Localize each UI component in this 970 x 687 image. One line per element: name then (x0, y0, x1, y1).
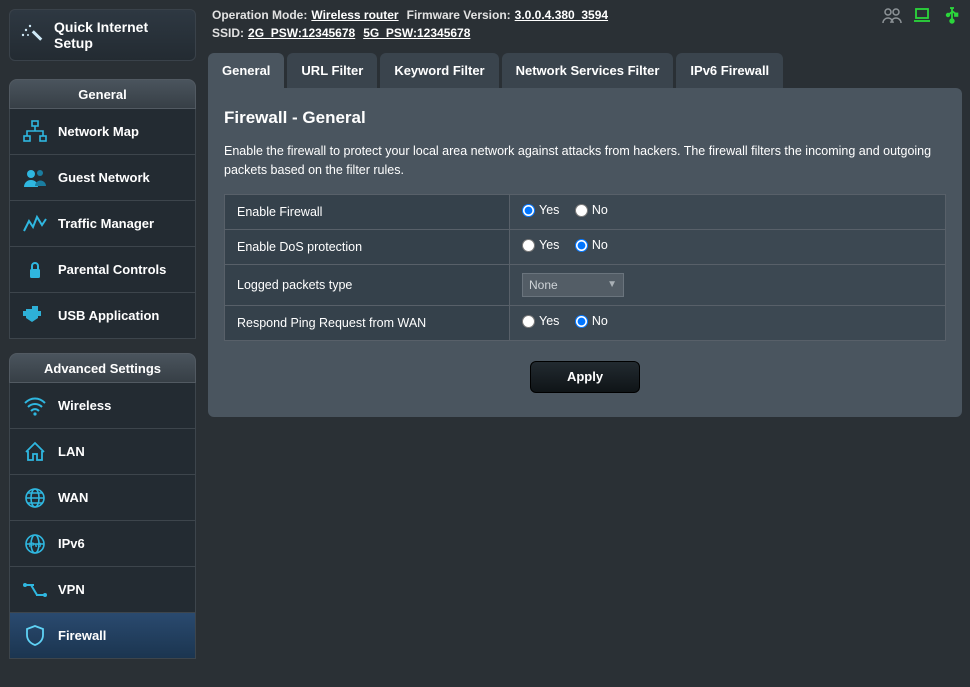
sidebar-item-wireless[interactable]: Wireless (9, 383, 196, 429)
setting-label: Respond Ping Request from WAN (225, 305, 510, 340)
setting-label: Enable Firewall (225, 194, 510, 229)
sidebar: Quick Internet Setup General Network Map… (0, 0, 200, 687)
radio-label: Yes (539, 203, 559, 217)
usb-status-icon[interactable] (942, 6, 962, 24)
tab-keyword-filter[interactable]: Keyword Filter (380, 53, 498, 88)
radio-input[interactable] (522, 315, 535, 328)
sidebar-item-label: Wireless (58, 398, 111, 413)
radio-label: No (592, 314, 608, 328)
top-status-bar: Operation Mode: Wireless router Firmware… (200, 0, 970, 44)
fw-label: Firmware Version: (407, 8, 511, 22)
traffic-manager-icon (20, 209, 50, 239)
sidebar-item-label: VPN (58, 582, 85, 597)
sidebar-item-label: Network Map (58, 124, 139, 139)
apply-button[interactable]: Apply (530, 361, 640, 393)
sidebar-item-firewall[interactable]: Firewall (9, 613, 196, 659)
setting-row-enable-dos: Enable DoS protection Yes No (225, 229, 946, 264)
usb-application-icon (20, 301, 50, 331)
setting-label: Enable DoS protection (225, 229, 510, 264)
guest-network-icon (20, 163, 50, 193)
sidebar-item-label: IPv6 (58, 536, 85, 551)
tab-url-filter[interactable]: URL Filter (287, 53, 377, 88)
setting-label: Logged packets type (225, 264, 510, 305)
page-title: Firewall - General (224, 108, 946, 128)
lan-icon (20, 437, 50, 467)
enable-firewall-yes[interactable]: Yes (522, 203, 559, 217)
sidebar-item-label: USB Application (58, 308, 159, 323)
quick-internet-setup-button[interactable]: Quick Internet Setup (9, 9, 196, 61)
enable-dos-yes[interactable]: Yes (522, 238, 559, 252)
radio-input[interactable] (575, 204, 588, 217)
sidebar-item-parental-controls[interactable]: Parental Controls (9, 247, 196, 293)
sidebar-general-group: Network Map Guest Network Traffic Manage… (9, 109, 196, 339)
sidebar-advanced-group: Wireless LAN WAN IPv6 IPv6 (9, 383, 196, 659)
enable-dos-no[interactable]: No (575, 238, 608, 252)
settings-table: Enable Firewall Yes No Enable DoS protec… (224, 194, 946, 341)
network-status-icon[interactable] (912, 6, 932, 24)
radio-label: Yes (539, 238, 559, 252)
network-map-icon (20, 117, 50, 147)
sidebar-item-guest-network[interactable]: Guest Network (9, 155, 196, 201)
wand-icon (20, 23, 44, 47)
respond-ping-yes[interactable]: Yes (522, 314, 559, 328)
sidebar-item-ipv6[interactable]: IPv6 IPv6 (9, 521, 196, 567)
sidebar-item-vpn[interactable]: VPN (9, 567, 196, 613)
setting-row-enable-firewall: Enable Firewall Yes No (225, 194, 946, 229)
enable-firewall-no[interactable]: No (575, 203, 608, 217)
sidebar-item-label: Guest Network (58, 170, 150, 185)
fw-value-link[interactable]: 3.0.0.4.380_3594 (515, 8, 608, 22)
radio-label: Yes (539, 314, 559, 328)
sidebar-item-label: Parental Controls (58, 262, 166, 277)
main-area: Operation Mode: Wireless router Firmware… (200, 0, 970, 687)
page-description: Enable the firewall to protect your loca… (224, 142, 946, 180)
sidebar-item-traffic-manager[interactable]: Traffic Manager (9, 201, 196, 247)
setting-row-respond-ping: Respond Ping Request from WAN Yes No (225, 305, 946, 340)
ipv6-icon: IPv6 (20, 529, 50, 559)
radio-input[interactable] (575, 239, 588, 252)
radio-input[interactable] (522, 239, 535, 252)
quick-internet-setup-label: Quick Internet Setup (54, 19, 185, 51)
select-value: None (529, 278, 558, 292)
tab-network-services-filter[interactable]: Network Services Filter (502, 53, 674, 88)
sidebar-item-network-map[interactable]: Network Map (9, 109, 196, 155)
svg-text:IPv6: IPv6 (29, 543, 42, 549)
sidebar-item-usb-application[interactable]: USB Application (9, 293, 196, 339)
radio-input[interactable] (522, 204, 535, 217)
vpn-icon (20, 575, 50, 605)
wireless-icon (20, 391, 50, 421)
sidebar-item-label: Firewall (58, 628, 106, 643)
firewall-icon (20, 621, 50, 651)
op-mode-value-link[interactable]: Wireless router (311, 8, 398, 22)
clients-icon[interactable] (882, 6, 902, 24)
tab-bar: General URL Filter Keyword Filter Networ… (208, 50, 962, 88)
sidebar-item-label: Traffic Manager (58, 216, 154, 231)
ssid-label: SSID: (212, 26, 244, 40)
sidebar-item-lan[interactable]: LAN (9, 429, 196, 475)
ssid-5g-link[interactable]: 5G_PSW:12345678 (363, 26, 470, 40)
sidebar-heading-general: General (9, 79, 196, 109)
sidebar-item-label: LAN (58, 444, 85, 459)
op-mode-label: Operation Mode: (212, 8, 307, 22)
setting-row-logged-type: Logged packets type None ▼ (225, 264, 946, 305)
tab-ipv6-firewall[interactable]: IPv6 Firewall (676, 53, 783, 88)
settings-panel: Firewall - General Enable the firewall t… (208, 88, 962, 417)
chevron-down-icon: ▼ (607, 279, 617, 290)
respond-ping-no[interactable]: No (575, 314, 608, 328)
ssid-2g-link[interactable]: 2G_PSW:12345678 (248, 26, 355, 40)
sidebar-item-wan[interactable]: WAN (9, 475, 196, 521)
logged-type-select[interactable]: None ▼ (522, 273, 624, 297)
sidebar-heading-advanced: Advanced Settings (9, 353, 196, 383)
radio-label: No (592, 238, 608, 252)
radio-label: No (592, 203, 608, 217)
wan-icon (20, 483, 50, 513)
sidebar-item-label: WAN (58, 490, 88, 505)
radio-input[interactable] (575, 315, 588, 328)
parental-controls-icon (20, 255, 50, 285)
tab-general[interactable]: General (208, 53, 284, 88)
